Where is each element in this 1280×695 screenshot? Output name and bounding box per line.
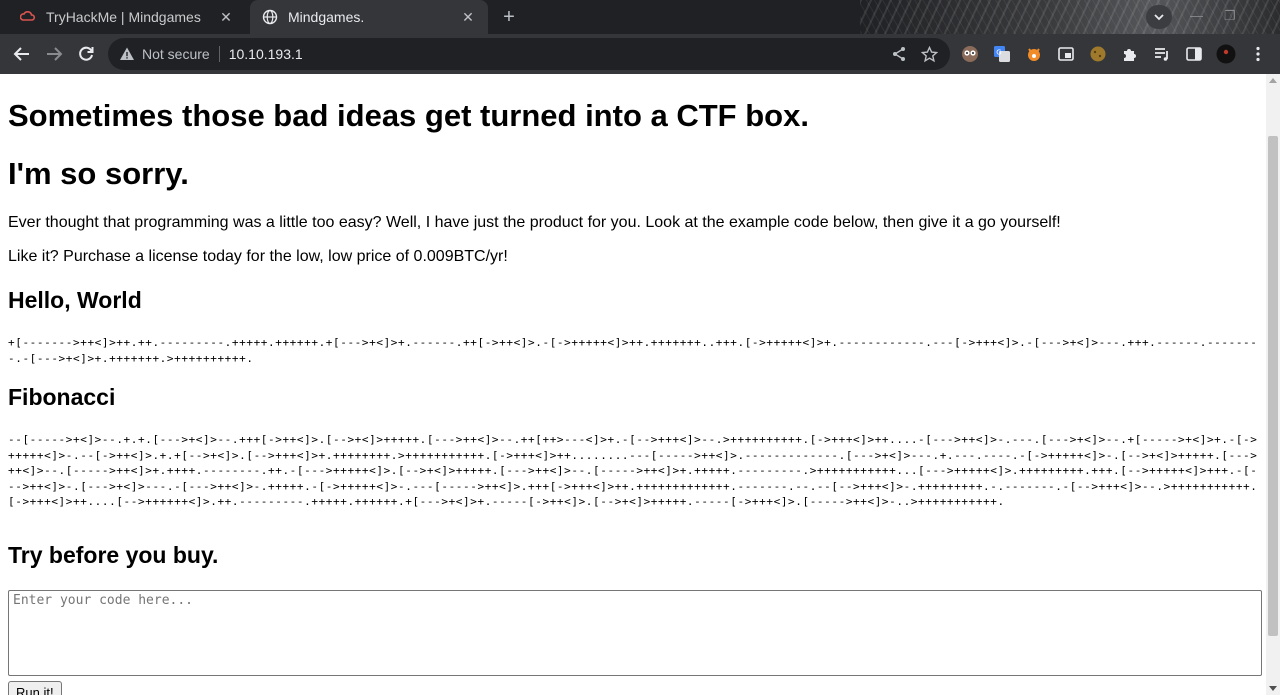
- glasses-extension-icon[interactable]: [960, 44, 980, 64]
- arrow-left-icon: [13, 47, 29, 61]
- tab-title: TryHackMe | Mindgames: [46, 9, 201, 25]
- close-icon[interactable]: ✕: [460, 9, 476, 25]
- scroll-down-icon[interactable]: [1269, 686, 1277, 691]
- run-button[interactable]: Run it!: [8, 681, 62, 695]
- puzzle-icon[interactable]: [1120, 44, 1140, 64]
- browser-toolbar: Not secure 10.10.193.1 G: [0, 34, 1280, 74]
- globe-icon: [262, 9, 278, 25]
- side-panel-icon[interactable]: [1184, 44, 1204, 64]
- example-code-fibonacci: --[----->+<]>--.+.+.[--->+<]>--.+++[->++…: [8, 433, 1258, 508]
- intro-text: Ever thought that programming was a litt…: [8, 214, 1061, 231]
- forward-button[interactable]: [42, 42, 66, 66]
- price-text: Like it? Purchase a license today for th…: [8, 248, 508, 265]
- example-title-hello-world: Hello, World: [8, 287, 142, 313]
- tab-title: Mindgames.: [288, 9, 365, 25]
- omnibox-divider: [218, 46, 220, 62]
- tab-mindgames[interactable]: Mindgames. ✕: [250, 0, 488, 34]
- example-code-hello-world: +[------->++<]>++.++.---------.+++++.+++…: [8, 336, 1258, 365]
- close-icon[interactable]: ✕: [218, 9, 234, 25]
- scroll-up-icon[interactable]: [1269, 78, 1277, 83]
- page-scrollbar[interactable]: [1266, 74, 1280, 695]
- profile-avatar[interactable]: [1216, 44, 1236, 64]
- star-icon[interactable]: [921, 45, 938, 63]
- page-subtitle: I'm so sorry.: [8, 156, 189, 191]
- url-text[interactable]: 10.10.193.1: [229, 46, 303, 62]
- fox-extension-icon[interactable]: [1024, 44, 1044, 64]
- theme-artwork: [860, 0, 1280, 34]
- kebab-menu-icon[interactable]: [1248, 44, 1268, 64]
- new-tab-button[interactable]: +: [496, 5, 522, 29]
- reload-button[interactable]: [74, 42, 98, 66]
- tryhackme-icon: [20, 9, 36, 25]
- share-icon[interactable]: [891, 46, 907, 62]
- tab-tryhackme[interactable]: TryHackMe | Mindgames ✕: [8, 0, 246, 34]
- tab-strip: TryHackMe | Mindgames ✕ Mindgames. ✕ + —…: [0, 0, 1280, 34]
- code-input[interactable]: [8, 590, 1262, 676]
- minimize-icon[interactable]: —: [1190, 8, 1203, 23]
- scrollbar-thumb[interactable]: [1268, 136, 1278, 636]
- translate-extension-icon[interactable]: G: [992, 44, 1012, 64]
- address-bar[interactable]: Not secure 10.10.193.1: [108, 38, 950, 70]
- chevron-down-icon: [1154, 14, 1164, 21]
- svg-text:G: G: [996, 49, 1001, 57]
- back-button[interactable]: [10, 42, 34, 66]
- media-control-icon[interactable]: [1152, 44, 1172, 64]
- tab-search-button[interactable]: [1146, 5, 1172, 29]
- try-heading: Try before you buy.: [8, 542, 219, 568]
- page-viewport: Sometimes those bad ideas get turned int…: [0, 74, 1266, 695]
- warning-icon[interactable]: [118, 45, 136, 63]
- cookie-extension-icon[interactable]: [1088, 44, 1108, 64]
- maximize-icon[interactable]: ❐: [1224, 8, 1236, 24]
- picture-in-picture-icon[interactable]: [1056, 44, 1076, 64]
- reload-icon: [79, 46, 94, 61]
- example-title-fibonacci: Fibonacci: [8, 384, 116, 410]
- security-label[interactable]: Not secure: [142, 46, 210, 62]
- page-title: Sometimes those bad ideas get turned int…: [8, 98, 809, 133]
- arrow-right-icon: [47, 47, 63, 61]
